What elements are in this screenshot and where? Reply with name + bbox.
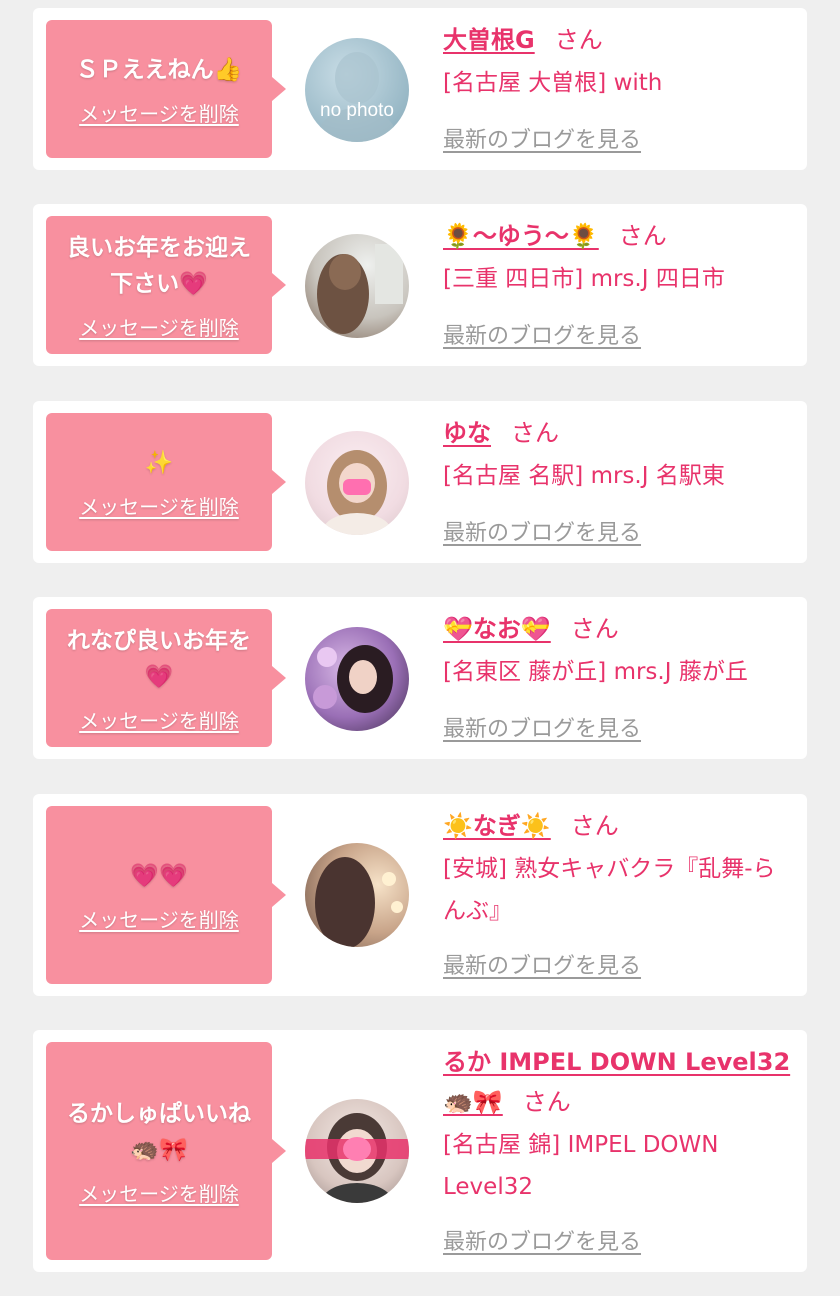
sender-name-line: ゆな さん [443, 413, 793, 453]
profile-photo [317, 244, 403, 334]
profile-photo [323, 450, 391, 535]
sender-name-line: ☀️なぎ☀️ さん [443, 806, 793, 846]
avatar[interactable] [305, 627, 409, 731]
sender-info: ゆな さん [名古屋 名駅] mrs.J 名駅東 [443, 413, 793, 497]
sender-info: ☀️なぎ☀️ さん [安城] 熟女キャバクラ『乱舞-らんぶ』 [443, 806, 793, 932]
san-suffix: さん [570, 615, 619, 643]
message-text: ✨ [144, 449, 174, 476]
sender-name-line: るか IMPEL DOWN Level32 🦔🎀 さん [443, 1042, 793, 1122]
delete-message-link[interactable]: メッセージを削除 [79, 98, 239, 127]
avatar[interactable] [305, 1099, 409, 1203]
sender-location: [名古屋 錦] IMPEL DOWN Level32 [443, 1132, 719, 1200]
sender-location: [名古屋 名駅] mrs.J 名駅東 [443, 463, 725, 489]
message-text: るかしゅぱいいね🦔🎀 [67, 1100, 251, 1163]
sender-name-line: 大曽根G さん [443, 20, 793, 60]
delete-message-link[interactable]: メッセージを削除 [79, 491, 239, 520]
sender-location: [名古屋 大曽根] with [443, 70, 663, 96]
message-text: ＳＰええねん👍 [75, 56, 243, 83]
avatar[interactable]: no photo [305, 38, 409, 142]
sender-location: [名東区 藤が丘] mrs.J 藤が丘 [443, 659, 748, 685]
message-bubble: ✨ メッセージを削除 [46, 413, 286, 551]
san-suffix: さん [522, 1088, 571, 1116]
message-card: れなぴ良いお年を💗 メッセージを削除 💝なお💝 さん [名東区 藤が丘] mrs.… [33, 597, 807, 759]
latest-blog-link[interactable]: 最新のブログを見る [443, 122, 641, 154]
profile-photo [305, 1113, 409, 1203]
avatar[interactable] [305, 234, 409, 338]
message-bubble: れなぴ良いお年を💗 メッセージを削除 [46, 609, 286, 747]
sender-name-line: 💝なお💝 さん [443, 609, 793, 649]
sender-name-link[interactable]: 💝なお💝 [443, 615, 551, 643]
message-bubble: るかしゅぱいいね🦔🎀 メッセージを削除 [46, 1042, 286, 1260]
sender-name-link[interactable]: 🌻〜ゆう〜🌻 [443, 222, 599, 250]
san-suffix: さん [554, 26, 603, 54]
sender-location: [三重 四日市] mrs.J 四日市 [443, 266, 725, 292]
svg-text:no photo: no photo [320, 100, 394, 121]
latest-blog-link[interactable]: 最新のブログを見る [443, 318, 641, 350]
latest-blog-link[interactable]: 最新のブログを見る [443, 1224, 641, 1256]
message-card: 💗💗 メッセージを削除 ☀️なぎ☀️ さん [安城] 熟女キャバクラ『乱舞-らんぶ… [33, 794, 807, 996]
delete-message-link[interactable]: メッセージを削除 [79, 904, 239, 933]
message-bubble: ＳＰええねん👍 メッセージを削除 [46, 20, 286, 158]
sender-info: るか IMPEL DOWN Level32 🦔🎀 さん [名古屋 錦] IMPEL… [443, 1042, 793, 1208]
latest-blog-link[interactable]: 最新のブログを見る [443, 515, 641, 547]
sender-name-line: 🌻〜ゆう〜🌻 さん [443, 216, 793, 256]
message-card: 良いお年をお迎え下さい💗 メッセージを削除 🌻〜ゆう〜🌻 さん [三重 四日市] … [33, 204, 807, 366]
san-suffix: さん [511, 419, 559, 447]
message-bubble: 良いお年をお迎え下さい💗 メッセージを削除 [46, 216, 286, 354]
san-suffix: さん [570, 812, 619, 840]
sender-name-link[interactable]: るか IMPEL DOWN Level32 🦔🎀 [443, 1048, 790, 1116]
message-card: ＳＰええねん👍 メッセージを削除 no photo 大曽根G さん [名古屋 大曽… [33, 8, 807, 170]
profile-photo [313, 645, 393, 713]
delete-message-link[interactable]: メッセージを削除 [79, 705, 239, 734]
profile-photo [315, 857, 403, 947]
latest-blog-link[interactable]: 最新のブログを見る [443, 948, 641, 980]
sender-name-link[interactable]: 大曽根G [443, 26, 535, 54]
san-suffix: さん [618, 222, 667, 250]
sender-location: [安城] 熟女キャバクラ『乱舞-らんぶ』 [443, 856, 776, 924]
message-text: 良いお年をお迎え下さい💗 [67, 234, 251, 297]
latest-blog-link[interactable]: 最新のブログを見る [443, 711, 641, 743]
avatar[interactable] [305, 843, 409, 947]
message-bubble: 💗💗 メッセージを削除 [46, 806, 286, 984]
sender-info: 🌻〜ゆう〜🌻 さん [三重 四日市] mrs.J 四日市 [443, 216, 793, 300]
avatar[interactable] [305, 431, 409, 535]
message-card: るかしゅぱいいね🦔🎀 メッセージを削除 るか IMPEL DOWN Level3… [33, 1030, 807, 1272]
no-photo-image: no photo [317, 52, 397, 142]
message-text: れなぴ良いお年を💗 [67, 627, 251, 690]
delete-message-link[interactable]: メッセージを削除 [79, 1178, 239, 1207]
sender-info: 大曽根G さん [名古屋 大曽根] with [443, 20, 793, 104]
sender-info: 💝なお💝 さん [名東区 藤が丘] mrs.J 藤が丘 [443, 609, 793, 693]
sender-name-link[interactable]: ☀️なぎ☀️ [443, 812, 551, 840]
sender-name-link[interactable]: ゆな [443, 419, 491, 447]
message-text: 💗💗 [130, 862, 188, 889]
delete-message-link[interactable]: メッセージを削除 [79, 312, 239, 341]
message-card: ✨ メッセージを削除 ゆな さん [名古屋 名駅] mrs.J 名駅東 最新のブロ… [33, 401, 807, 563]
